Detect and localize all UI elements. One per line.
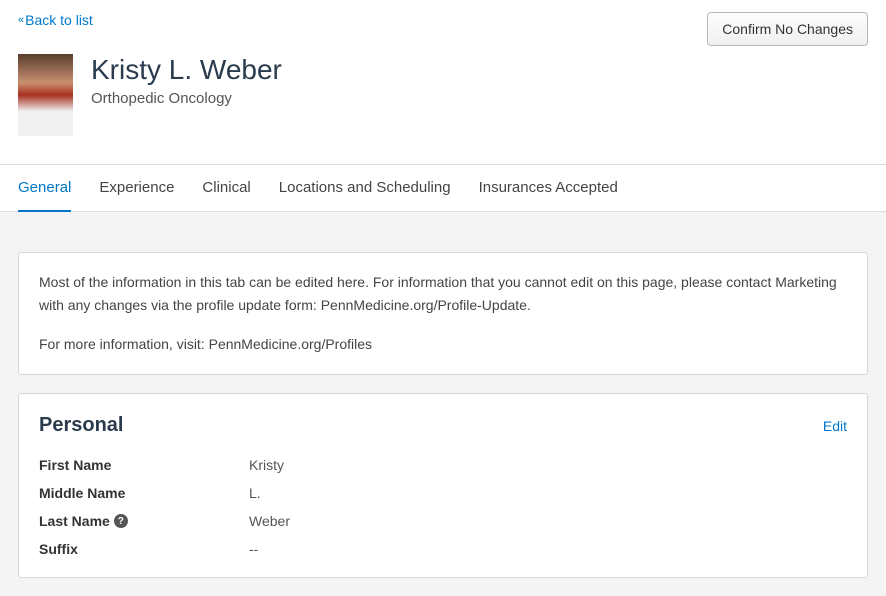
- back-to-list-link[interactable]: « Back to list: [18, 12, 93, 28]
- tab-clinical[interactable]: Clinical: [202, 165, 250, 212]
- edit-personal-link[interactable]: Edit: [823, 418, 847, 434]
- personal-panel: Personal Edit First Name Kristy Middle N…: [18, 393, 868, 578]
- tab-general[interactable]: General: [18, 165, 71, 212]
- field-label: Middle Name: [39, 485, 249, 501]
- field-label: First Name: [39, 457, 249, 473]
- profile-name: Kristy L. Weber: [91, 54, 282, 86]
- chevron-left-double-icon: «: [18, 14, 21, 26]
- tab-content: Most of the information in this tab can …: [0, 212, 886, 596]
- tab-experience[interactable]: Experience: [99, 165, 174, 212]
- field-value: L.: [249, 485, 261, 501]
- field-label: Suffix: [39, 541, 249, 557]
- personal-title: Personal: [39, 414, 123, 437]
- field-value: Weber: [249, 513, 290, 529]
- info-notice-line1: Most of the information in this tab can …: [39, 271, 847, 317]
- tab-insurances-accepted[interactable]: Insurances Accepted: [479, 165, 618, 212]
- back-link-label: Back to list: [25, 12, 93, 28]
- confirm-no-changes-button[interactable]: Confirm No Changes: [707, 12, 868, 46]
- info-notice: Most of the information in this tab can …: [18, 252, 868, 375]
- field-value: --: [249, 541, 258, 557]
- info-notice-line2: For more information, visit: PennMedicin…: [39, 333, 847, 356]
- profile-avatar: [18, 54, 73, 136]
- field-suffix: Suffix --: [39, 541, 847, 557]
- tabs: General Experience Clinical Locations an…: [0, 164, 886, 212]
- field-middle-name: Middle Name L.: [39, 485, 847, 501]
- field-last-name: Last Name ? Weber: [39, 513, 847, 529]
- help-icon[interactable]: ?: [114, 514, 128, 528]
- profile-header: Kristy L. Weber Orthopedic Oncology: [0, 46, 886, 164]
- profile-specialty: Orthopedic Oncology: [91, 90, 282, 107]
- tab-locations-scheduling[interactable]: Locations and Scheduling: [279, 165, 451, 212]
- field-value: Kristy: [249, 457, 284, 473]
- field-first-name: First Name Kristy: [39, 457, 847, 473]
- field-label: Last Name ?: [39, 513, 249, 529]
